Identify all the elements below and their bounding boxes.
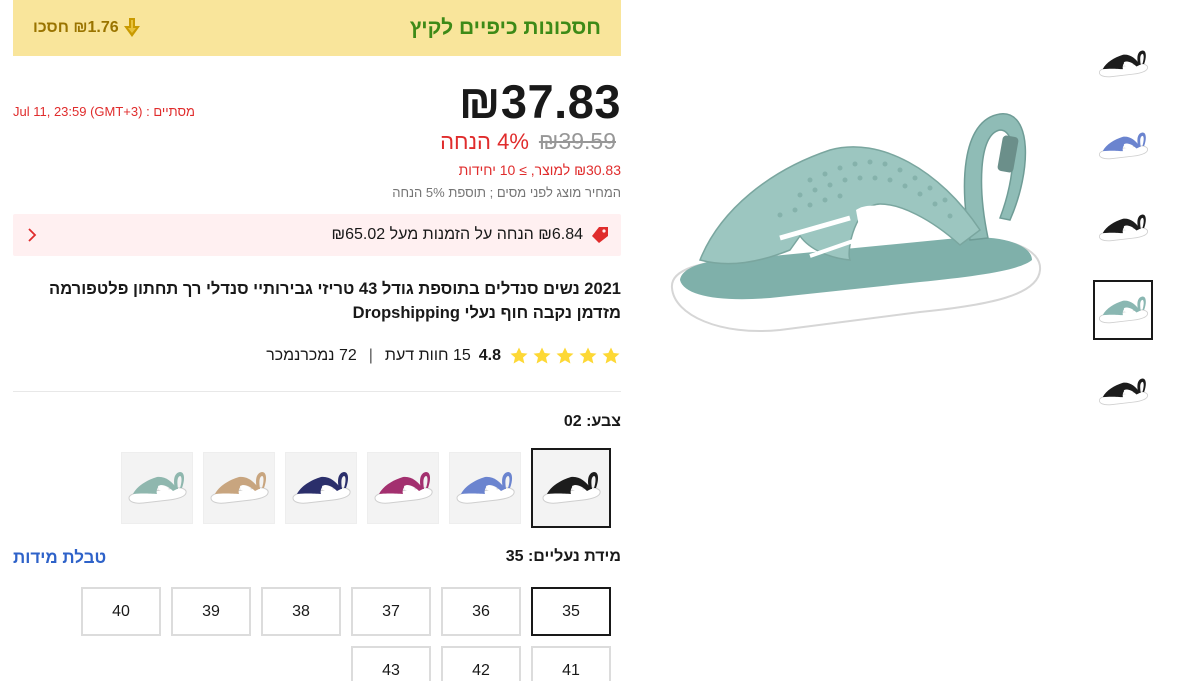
size-option[interactable]: 42 xyxy=(441,646,521,681)
sale-timer: מסתיים : Jul 11, 23:59 (GMT+3) xyxy=(13,104,195,119)
sandal-thumb xyxy=(374,472,433,504)
star-icon xyxy=(602,347,620,364)
size-option[interactable]: 39 xyxy=(171,587,251,636)
discount-badge: 4% הנחה xyxy=(440,129,529,154)
sold-count: 72 נמכרנמכר xyxy=(266,347,357,364)
chevron-right-icon[interactable] xyxy=(27,228,37,242)
sandal-thumb xyxy=(542,472,601,504)
star-icon xyxy=(579,347,597,364)
review-count[interactable]: 15 חוות דעת xyxy=(385,347,471,365)
color-swatches xyxy=(121,448,611,528)
timer-label: מסתיים : xyxy=(146,104,195,119)
size-options: 35 36 37 38 39 40 41 42 43 xyxy=(81,587,611,681)
rating-stars xyxy=(509,346,621,366)
summer-sale-banner[interactable]: חסכונות כיפיים לקיץ ₪1.76 חסכו xyxy=(13,0,621,56)
current-price: ₪37.83 xyxy=(458,75,621,128)
sandal-image xyxy=(670,113,1042,332)
gallery-thumbnail[interactable] xyxy=(1093,198,1153,258)
sandal-thumb xyxy=(1098,132,1149,160)
rating-separator: | xyxy=(368,347,373,364)
bulk-price: ₪30.83 למוצר, ≥ 10 יחידות xyxy=(458,162,621,178)
product-title: 2021 נשים סנדלים בתוספת גודל 43 טריזי גב… xyxy=(49,280,621,322)
size-option[interactable]: 38 xyxy=(261,587,341,636)
gallery-thumbnail[interactable] xyxy=(1093,34,1153,94)
sandal-thumb xyxy=(1098,50,1149,78)
arrow-down-icon xyxy=(123,18,140,37)
coupon-tag-icon xyxy=(592,227,608,243)
banner-title: חסכונות כיפיים לקיץ xyxy=(409,16,601,39)
tax-note: המחיר מוצג לפני מסים ; תוספת 5% הנחה xyxy=(392,185,621,200)
star-icon xyxy=(510,347,528,364)
color-swatch[interactable] xyxy=(285,452,357,524)
color-swatch[interactable] xyxy=(531,448,611,528)
rating-row[interactable]: 4.8 15 חוות דעת | 72 נמכרנמכר xyxy=(266,346,621,366)
sandal-thumb xyxy=(1098,296,1149,324)
star-icon xyxy=(556,347,574,364)
banner-save-text: ₪1.76 חסכו xyxy=(33,19,119,36)
size-option[interactable]: 35 xyxy=(531,587,611,636)
sandal-thumb xyxy=(128,472,187,504)
size-chart-link[interactable]: טבלת מידות xyxy=(13,548,106,568)
main-product-image[interactable] xyxy=(660,100,1050,340)
thumbnail-strip xyxy=(1093,34,1153,444)
sandal-thumb xyxy=(1098,378,1149,406)
sandal-thumb xyxy=(210,472,269,504)
banner-savings: ₪1.76 חסכו xyxy=(33,18,141,38)
color-label: צבע: 02 xyxy=(563,413,621,430)
color-swatch[interactable] xyxy=(367,452,439,524)
size-option[interactable]: 36 xyxy=(441,587,521,636)
coupon-banner[interactable]: ₪6.84 הנחה על הזמנות מעל ₪65.02 xyxy=(13,214,621,256)
size-label: מידת נעליים: 35 xyxy=(505,548,621,565)
price-comparison: ₪39.59 4% הנחה xyxy=(440,128,616,155)
gallery-thumbnail[interactable] xyxy=(1093,116,1153,176)
sandal-thumb xyxy=(1098,214,1149,242)
color-swatch[interactable] xyxy=(449,452,521,524)
coupon-text: ₪6.84 הנחה על הזמנות מעל ₪65.02 xyxy=(331,226,583,243)
color-swatch[interactable] xyxy=(121,452,193,524)
size-option[interactable]: 41 xyxy=(531,646,611,681)
gallery-thumbnail[interactable] xyxy=(1093,280,1153,340)
color-swatch[interactable] xyxy=(203,452,275,524)
timer-value: Jul 11, 23:59 (GMT+3) xyxy=(13,104,143,119)
gallery-thumbnail[interactable] xyxy=(1093,362,1153,422)
size-option[interactable]: 40 xyxy=(81,587,161,636)
size-option[interactable]: 43 xyxy=(351,646,431,681)
original-price: ₪39.59 xyxy=(538,128,616,154)
star-icon xyxy=(533,347,551,364)
rating-score: 4.8 xyxy=(478,347,501,364)
size-option[interactable]: 37 xyxy=(351,587,431,636)
divider xyxy=(13,391,621,392)
sandal-thumb xyxy=(292,472,351,504)
sandal-thumb xyxy=(456,472,515,504)
coupon-content: ₪6.84 הנחה על הזמנות מעל ₪65.02 xyxy=(332,226,609,244)
